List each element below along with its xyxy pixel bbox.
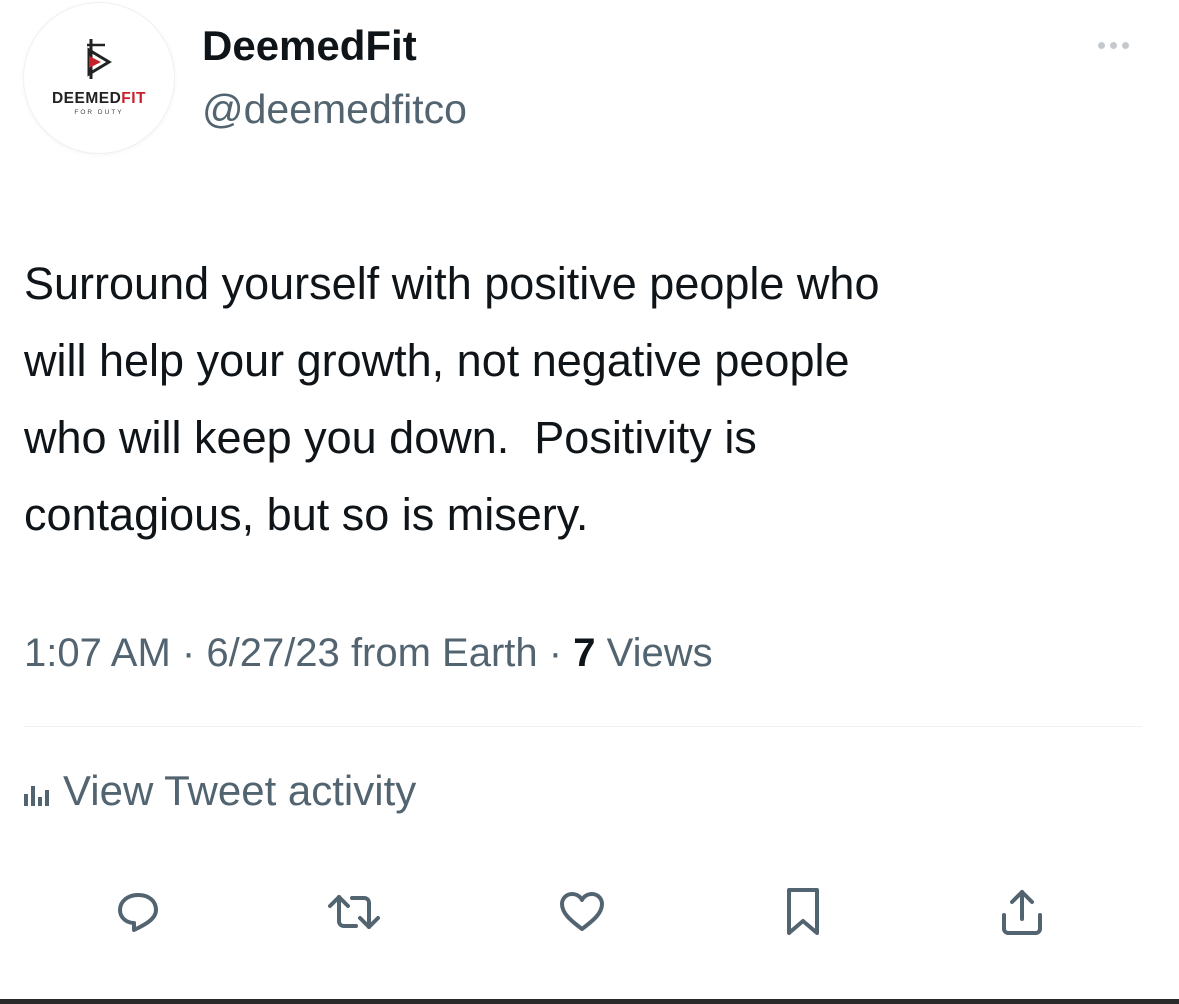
more-dot — [1121, 41, 1129, 49]
deemedfit-logo-icon — [87, 39, 112, 79]
speech-bubble-icon — [118, 893, 158, 932]
tweet-action-bar — [0, 880, 1179, 944]
tweet-source: from Earth — [350, 631, 538, 675]
avatar-brand-text: DEEMEDFIT — [51, 90, 147, 107]
like-button[interactable] — [550, 880, 614, 944]
reply-button[interactable] — [106, 880, 170, 944]
avatar-tagline: FOR DUTY — [74, 109, 124, 116]
share-button[interactable] — [990, 880, 1054, 944]
views-label: Views — [606, 631, 713, 675]
heart-icon — [560, 892, 604, 931]
bar-chart-icon — [24, 776, 49, 806]
more-dot — [1097, 41, 1105, 49]
bottom-border — [0, 999, 1179, 1004]
retweet-icon — [328, 895, 380, 929]
more-dot — [1109, 41, 1117, 49]
divider — [24, 726, 1142, 727]
tweet-time[interactable]: 1:07 AM — [24, 631, 171, 675]
bookmark-button[interactable] — [771, 880, 835, 944]
display-name[interactable]: DeemedFit — [202, 22, 417, 70]
bookmark-icon — [787, 888, 819, 935]
tweet-date[interactable]: 6/27/23 — [206, 631, 339, 675]
share-icon — [1002, 890, 1042, 935]
more-options-icon[interactable] — [1088, 30, 1138, 60]
meta-separator: · — [181, 631, 196, 675]
activity-label: View Tweet activity — [63, 767, 417, 814]
meta-separator: · — [548, 631, 563, 675]
retweet-button[interactable] — [322, 880, 386, 944]
tweet-text: Surround yourself with positive people w… — [24, 258, 880, 540]
avatar[interactable]: DEEMEDFIT FOR DUTY — [24, 3, 174, 153]
view-tweet-activity-link[interactable]: View Tweet activity — [24, 767, 416, 815]
user-handle[interactable]: @deemedfitco — [202, 86, 467, 133]
views-count: 7 — [573, 631, 596, 675]
tweet-meta: 1:07 AM · 6/27/23 from Earth · 7 Views — [24, 631, 713, 676]
